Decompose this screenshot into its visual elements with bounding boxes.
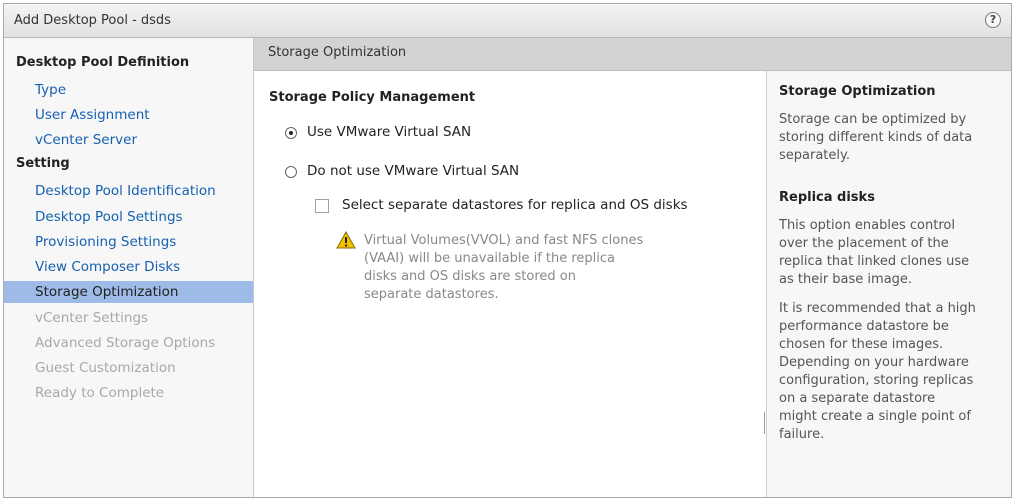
help-line: chosen for these images. <box>779 337 944 352</box>
help-pane: Storage Optimization Storage can be opti… <box>766 71 1011 497</box>
help-text-replica-disks: This option enables control over the pla… <box>779 217 1014 289</box>
use-vsan-label[interactable]: Use VMware Virtual SAN <box>307 124 471 140</box>
help-line: failure. <box>779 427 825 442</box>
warning-line: disks and OS disks are stored on <box>364 269 576 284</box>
content-header: Storage Optimization <box>254 38 1011 71</box>
separate-datastores-checkbox[interactable] <box>315 199 329 213</box>
nav-item-vcenter-server[interactable]: vCenter Server <box>4 129 253 151</box>
nav-item-provisioning-settings[interactable]: Provisioning Settings <box>4 231 253 253</box>
use-vsan-radio[interactable] <box>285 127 297 139</box>
help-text-recommendation: It is recommended that a high performanc… <box>779 300 1014 444</box>
nav-item-advanced-storage-options: Advanced Storage Options <box>35 335 216 351</box>
help-line: performance datastore be <box>779 319 949 334</box>
help-icon[interactable]: ? <box>985 12 1001 28</box>
window-title: Add Desktop Pool - dsds <box>14 13 171 28</box>
vvol-warning-text: Virtual Volumes(VVOL) and fast NFS clone… <box>364 232 709 304</box>
help-title-storage-optimization: Storage Optimization <box>779 84 936 99</box>
help-line: Storage can be optimized by <box>779 112 967 127</box>
title-bar: Add Desktop Pool - dsds ? <box>4 4 1011 38</box>
add-desktop-pool-dialog: Add Desktop Pool - dsds ? Desktop Pool D… <box>3 3 1012 498</box>
help-title-replica-disks: Replica disks <box>779 190 875 205</box>
warning-line: separate datastores. <box>364 287 499 302</box>
nav-section-setting: Setting <box>16 156 70 171</box>
help-line: on a separate datastore <box>779 391 936 406</box>
nav-item-guest-customization: Guest Customization <box>35 360 176 376</box>
nav-item-vcenter-settings: vCenter Settings <box>35 310 149 326</box>
help-line: separately. <box>779 148 850 163</box>
nav-item-type[interactable]: Type <box>4 79 253 101</box>
storage-policy-title: Storage Policy Management <box>269 90 476 105</box>
help-line: storing different kinds of data <box>779 130 973 145</box>
wizard-nav: Desktop Pool Definition Type User Assign… <box>4 38 254 497</box>
help-text-storage-optimization: Storage can be optimized by storing diff… <box>779 111 1014 165</box>
help-line: This option enables control <box>779 218 955 233</box>
nav-item-desktop-pool-settings[interactable]: Desktop Pool Settings <box>4 206 253 228</box>
warning-icon <box>336 231 356 249</box>
help-line: replica that linked clones use <box>779 254 970 269</box>
help-line: configuration, storing replicas <box>779 373 974 388</box>
no-vsan-radio[interactable] <box>285 166 297 178</box>
help-line: It is recommended that a high <box>779 301 976 316</box>
help-line: Depending on your hardware <box>779 355 969 370</box>
nav-item-storage-optimization[interactable]: Storage Optimization <box>4 281 253 303</box>
separate-datastores-label[interactable]: Select separate datastores for replica a… <box>342 197 688 213</box>
nav-section-desktop-pool-definition: Desktop Pool Definition <box>16 55 190 70</box>
help-line: over the placement of the <box>779 236 949 251</box>
help-line: as their base image. <box>779 272 913 287</box>
nav-item-ready-to-complete: Ready to Complete <box>35 385 165 401</box>
help-line: might create a single point of <box>779 409 971 424</box>
nav-item-user-assignment[interactable]: User Assignment <box>4 104 253 126</box>
warning-line: (VAAI) will be unavailable if the replic… <box>364 251 616 266</box>
content-header-title: Storage Optimization <box>268 45 407 60</box>
storage-optimization-panel: Storage Policy Management Use VMware Vir… <box>254 71 766 497</box>
nav-item-view-composer-disks[interactable]: View Composer Disks <box>4 256 253 278</box>
no-vsan-label[interactable]: Do not use VMware Virtual SAN <box>307 163 519 179</box>
warning-line: Virtual Volumes(VVOL) and fast NFS clone… <box>364 233 644 248</box>
nav-item-desktop-pool-identification[interactable]: Desktop Pool Identification <box>4 180 253 202</box>
